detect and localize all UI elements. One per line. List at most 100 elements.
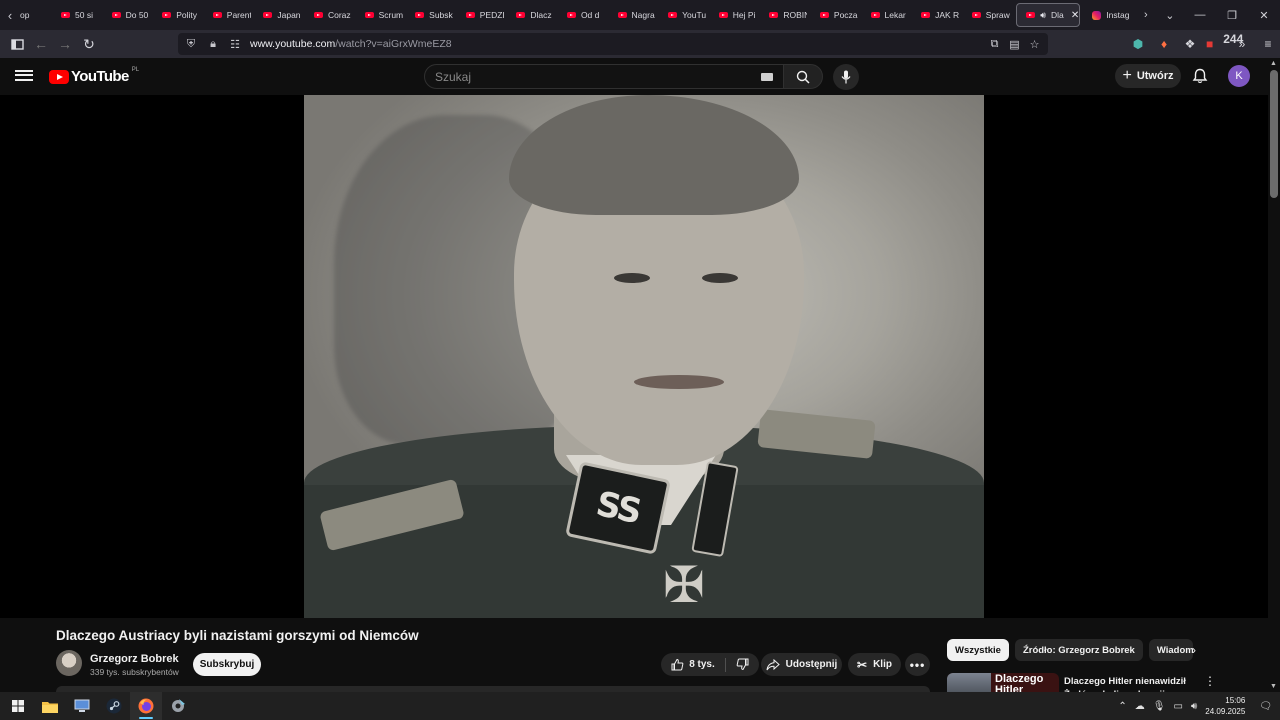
taskbar-file-explorer[interactable] [34,692,66,720]
scissors-icon: ✂ [857,657,868,672]
picture-in-picture-icon[interactable]: ⧉ [987,38,1002,51]
shield-extension-icon[interactable]: ⬢ [1128,37,1148,51]
channel-name[interactable]: Grzegorz Bobrek [90,653,179,665]
notifications-icon[interactable]: 🗨︎ [1259,701,1272,712]
chip-news[interactable]: Wiadomo [1148,639,1193,661]
browser-tab[interactable]: Od d [558,0,609,30]
search-input[interactable]: Szukaj [424,64,784,89]
tab-label: PEDZI [479,10,504,20]
search-button[interactable] [783,64,823,89]
browser-tab[interactable]: ROBIN [760,0,811,30]
thumb-down-icon[interactable] [736,658,749,671]
browser-tab[interactable]: Scrum [356,0,407,30]
tab-instagram[interactable]: Instag [1083,0,1134,30]
clip-button[interactable]: ✂ Klip [848,653,901,676]
browser-tab-strip: ‹ op 50 si Do 50 Polity Parent Japan Coraz Scru… [0,0,1280,30]
microphone-tray-icon[interactable]: 🎙︎ [1153,701,1166,712]
youtube-favicon-icon [465,12,475,18]
video-player[interactable]: SS ✠ [0,95,1268,618]
network-icon[interactable]: ▭ [1173,701,1182,712]
account-avatar[interactable]: K [1228,65,1250,87]
microphone-icon [841,70,851,84]
tabs-scroll-right-icon[interactable]: › [1134,0,1158,30]
app-menu-icon[interactable]: ≡ [1258,37,1278,51]
speaker-icon[interactable]: 🔊︎ [1040,10,1046,21]
browser-tab[interactable]: PEDZI [457,0,508,30]
taskbar-computer[interactable] [66,692,98,720]
browser-tab[interactable]: Coraz [305,0,356,30]
browser-tab[interactable]: Spraw [963,0,1014,30]
browser-tab[interactable]: Subsk [406,0,457,30]
notifications-bell-icon[interactable] [1191,67,1209,85]
fox-extension-icon[interactable]: ♦ [1154,37,1174,51]
chevron-right-icon[interactable]: › [1192,643,1196,657]
url-text[interactable]: www.youtube.com/watch?v=aiGrxWmeEZ8 [250,38,452,50]
guide-menu-icon[interactable] [15,67,33,85]
youtube-logo[interactable]: YouTube PL [49,67,139,85]
tab-label: Pocza [833,10,858,20]
page-scrollbar[interactable]: ▲ ▼ [1268,58,1280,692]
reload-icon[interactable]: ↻ [77,32,101,56]
volume-icon[interactable]: 🔊︎ [1191,701,1197,712]
close-tab-icon[interactable]: ✕ [1071,10,1079,21]
browser-tab[interactable]: JAK R [912,0,963,30]
tray-overflow-chevron-icon[interactable]: ⌃ [1118,701,1126,712]
browser-tab[interactable]: Nagra [609,0,660,30]
back-icon[interactable]: ← [29,32,53,56]
address-bar[interactable]: ⛨ 🔒︎ ☷ www.youtube.com/watch?v=aiGrxWmeE… [178,33,1048,55]
video-frame[interactable]: SS ✠ [304,95,984,618]
minimize-icon[interactable]: — [1184,0,1216,30]
taskbar-steam[interactable] [98,692,130,720]
recommendation-thumbnail[interactable]: Dlaczego Hitler [947,673,1059,692]
permissions-icon[interactable]: ☷ [228,38,242,51]
chip-source[interactable]: Źródło: Grzegorz Bobrek [1014,639,1143,661]
keyboard-icon[interactable] [761,73,773,81]
channel-avatar[interactable] [56,650,82,676]
start-button[interactable] [2,692,34,720]
scroll-down-icon[interactable]: ▼ [1270,683,1277,690]
forward-icon[interactable]: → [53,32,77,56]
close-window-icon[interactable]: ✕ [1248,0,1280,30]
browser-tab[interactable]: 50 si [52,0,103,30]
lock-icon[interactable]: 🔒︎ [206,38,220,51]
taskbar-firefox[interactable] [130,692,162,720]
ublock-extension-icon[interactable]: ■ 244 [1206,32,1244,51]
voice-search-button[interactable] [833,64,859,90]
more-vertical-icon[interactable]: ⋮ [1204,674,1216,688]
scrollbar-thumb[interactable] [1270,70,1278,198]
browser-tab[interactable]: op [20,0,52,30]
restore-icon[interactable]: ❐ [1216,0,1248,30]
thumbnail-text: Dlaczego Hitler [995,673,1044,693]
taskbar-app-misc[interactable] [162,692,194,720]
recommendation-title[interactable]: Dlaczego Hitler nienawidził Żydów - kuli… [1064,675,1194,692]
browser-tab[interactable]: Do 50 [103,0,154,30]
overflow-menu-icon[interactable]: » [1232,37,1252,51]
subscribe-button[interactable]: Subskrybuj [193,653,261,676]
share-button[interactable]: Udostępnij [761,653,842,676]
onedrive-cloud-icon[interactable]: ☁ [1135,701,1145,712]
sidebar-toggle-icon[interactable] [5,32,29,56]
browser-tab[interactable]: Parent [204,0,255,30]
tabs-scroll-left-icon[interactable]: ‹ [0,0,20,30]
bookmark-star-icon[interactable]: ☆ [1027,38,1042,51]
list-all-tabs-icon[interactable]: ⌄ [1158,0,1182,30]
reader-mode-icon[interactable]: ▤ [1007,38,1022,51]
browser-tab[interactable]: Polity [153,0,204,30]
like-button[interactable]: 8 tys. [671,658,715,671]
system-clock[interactable]: 15:06 24.09.2025 [1205,695,1245,717]
browser-tab[interactable]: Hej Pi [710,0,761,30]
tab-label: 50 si [75,10,93,20]
browser-tab[interactable]: Japan [254,0,305,30]
tracking-protection-icon[interactable]: ⛨ [184,38,198,51]
tab-label: op [20,10,30,20]
browser-tab[interactable]: Lekar [862,0,913,30]
active-tab[interactable]: 🔊︎ Dla ✕ [1016,3,1081,27]
extensions-puzzle-icon[interactable]: ❖ [1180,37,1200,51]
browser-tab[interactable]: Pocza [811,0,862,30]
create-button[interactable]: + Utwórz [1115,64,1181,88]
browser-tab[interactable]: Dlacz [507,0,558,30]
chip-all[interactable]: Wszystkie [947,639,1009,661]
more-actions-button[interactable]: ••• [905,653,930,676]
scroll-up-icon[interactable]: ▲ [1270,60,1277,67]
browser-tab[interactable]: YouTu [659,0,710,30]
